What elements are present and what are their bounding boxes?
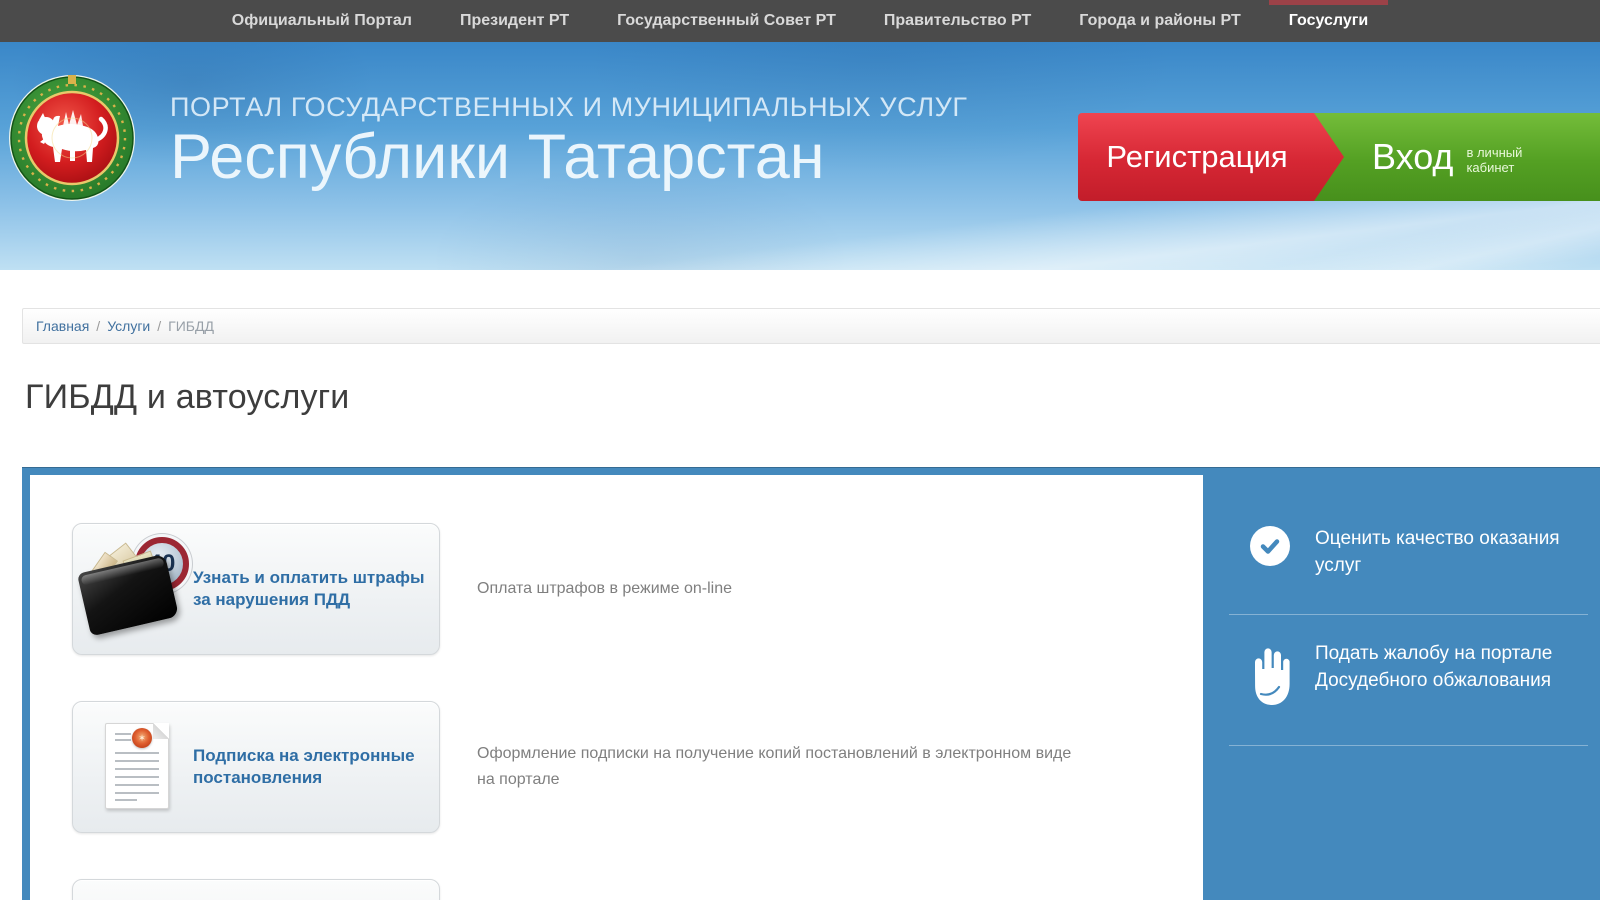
service-title: Узнать и оплатить штрафы за нарушения ПД… <box>193 567 427 611</box>
wallet-fines-icon: 40 <box>81 533 193 645</box>
page-title: ГИБДД и автоуслуги <box>25 378 1600 417</box>
service-card-partial[interactable] <box>72 879 440 900</box>
breadcrumb-link-home[interactable]: Главная <box>36 318 89 334</box>
document-icon: ✶ <box>105 723 169 809</box>
sidebar-item-label: Подать жалобу на портале Досудебного обж… <box>1315 641 1571 711</box>
breadcrumb-current: ГИБДД <box>168 318 214 334</box>
service-card-fines[interactable]: 40 Узнать и оплатить штрафы за нарушения… <box>72 523 440 655</box>
sidebar-divider <box>1229 614 1588 615</box>
seal-icon: ✶ <box>132 728 152 748</box>
nav-item-president[interactable]: Президент РТ <box>454 0 575 42</box>
nav-item-government[interactable]: Правительство РТ <box>878 0 1037 42</box>
top-nav: Официальный Портал Президент РТ Государс… <box>0 0 1600 42</box>
portal-subtitle: ПОРТАЛ ГОСУДАРСТВЕННЫХ И МУНИЦИПАЛЬНЫХ У… <box>170 92 968 123</box>
site-header: ПОРТАЛ ГОСУДАРСТВЕННЫХ И МУНИЦИПАЛЬНЫХ У… <box>0 42 1600 270</box>
portal-title: Республики Татарстан <box>170 123 968 191</box>
check-circle-icon <box>1250 526 1290 566</box>
sidebar-item-rate-quality[interactable]: Оценить качество оказания услуг <box>1203 522 1600 614</box>
service-title: Подписка на электронные постановления <box>193 745 427 789</box>
service-row-partial <box>72 879 1203 900</box>
register-button[interactable]: Регистрация <box>1078 113 1344 201</box>
sidebar-divider <box>1229 745 1588 746</box>
decree-document-icon: ✶ <box>81 711 193 823</box>
nav-item-state-council[interactable]: Государственный Совет РТ <box>611 0 842 42</box>
breadcrumb: Главная / Услуги / ГИБДД <box>22 308 1600 344</box>
breadcrumb-separator: / <box>96 318 100 334</box>
service-description: Оплата штрафов в режиме on-line <box>440 523 1140 655</box>
service-row-fines: 40 Узнать и оплатить штрафы за нарушения… <box>72 523 1203 655</box>
nav-item-cities-districts[interactable]: Города и районы РТ <box>1073 0 1246 42</box>
register-button-label: Регистрация <box>1106 139 1287 175</box>
stop-hand-icon <box>1247 641 1293 711</box>
right-sidebar: Оценить качество оказания услуг Подать ж… <box>1203 475 1600 900</box>
services-list: 40 Узнать и оплатить штрафы за нарушения… <box>30 475 1203 900</box>
portal-title-block: ПОРТАЛ ГОСУДАРСТВЕННЫХ И МУНИЦИПАЛЬНЫХ У… <box>170 92 968 191</box>
wallet-icon <box>77 554 179 637</box>
breadcrumb-link-services[interactable]: Услуги <box>107 318 150 334</box>
service-card-subscription[interactable]: ✶ Подписка на электронные постановления <box>72 701 440 833</box>
nav-item-official-portal[interactable]: Официальный Портал <box>226 0 418 42</box>
service-description: Оформление подписки на получение копий п… <box>440 701 1140 833</box>
login-button[interactable]: Вход в личный кабинет <box>1306 113 1600 201</box>
nav-item-gosuslugi[interactable]: Госуслуги <box>1283 0 1374 42</box>
content-frame: 40 Узнать и оплатить штрафы за нарушения… <box>22 467 1600 900</box>
sidebar-item-file-complaint[interactable]: Подать жалобу на портале Досудебного обж… <box>1203 637 1600 745</box>
sidebar-item-label: Оценить качество оказания услуг <box>1315 526 1571 580</box>
login-button-label: Вход <box>1372 136 1453 178</box>
tatarstan-coat-of-arms-logo[interactable] <box>8 74 136 202</box>
service-row-subscription: ✶ Подписка на электронные постановления … <box>72 701 1203 833</box>
breadcrumb-separator: / <box>157 318 161 334</box>
login-button-note: в личный кабинет <box>1466 146 1530 176</box>
